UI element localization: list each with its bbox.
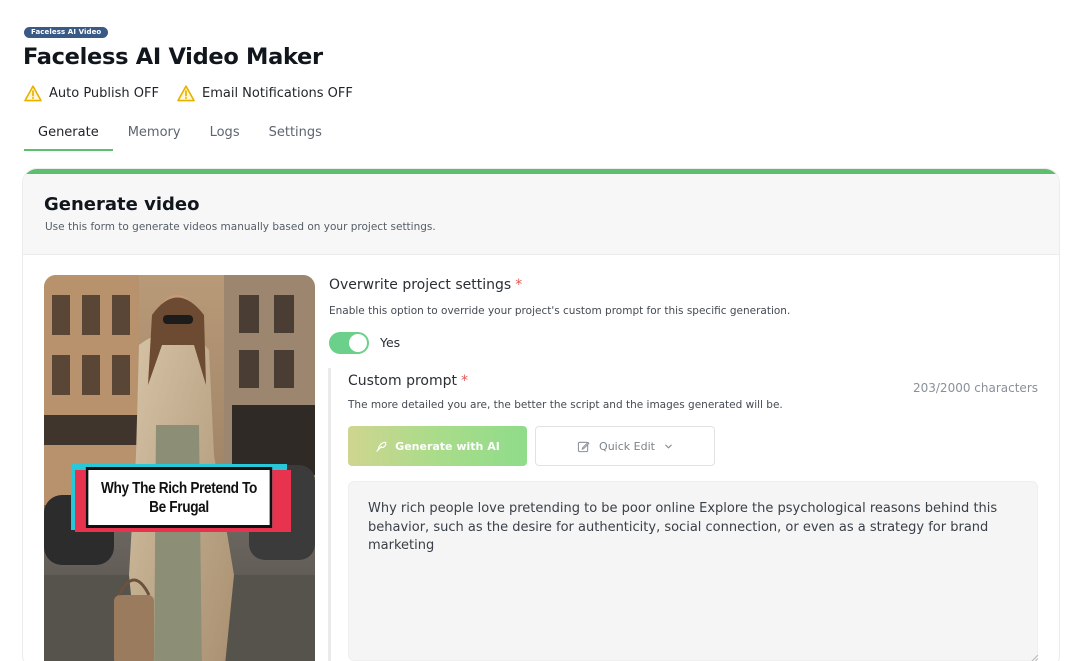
- status-row: Auto Publish OFF Email Notifications OFF: [24, 83, 371, 103]
- custom-prompt-panel: Custom prompt * 203/2000 characters The m…: [328, 368, 1039, 661]
- overwrite-settings-help: Enable this option to override your proj…: [329, 305, 791, 317]
- email-notifications-status: Email Notifications OFF: [177, 84, 353, 102]
- resize-grip-icon[interactable]: [1031, 654, 1039, 661]
- email-notifications-label: Email Notifications OFF: [201, 85, 353, 101]
- category-badge: Faceless AI Video: [24, 27, 109, 38]
- page-title: Faceless AI Video Maker: [23, 44, 323, 70]
- overwrite-settings-label: Overwrite project settings *: [329, 277, 522, 293]
- card-title: Generate video: [44, 194, 200, 215]
- generate-form: Overwrite project settings * Enable this …: [328, 275, 1039, 661]
- required-mark: *: [515, 277, 523, 293]
- card-header: Generate video Use this form to generate…: [23, 174, 1059, 255]
- required-mark: *: [461, 373, 468, 389]
- tab-settings[interactable]: Settings: [255, 116, 336, 151]
- custom-prompt-label-text: Custom prompt: [348, 373, 457, 389]
- toggle-knob: [349, 334, 367, 352]
- overwrite-settings-label-text: Overwrite project settings: [329, 277, 512, 293]
- overwrite-toggle-label: Yes: [380, 335, 401, 350]
- warning-triangle-icon: [24, 84, 42, 101]
- warning-triangle-icon: [177, 84, 195, 101]
- generate-with-ai-label: Generate with AI: [395, 439, 500, 453]
- tab-logs[interactable]: Logs: [196, 116, 254, 151]
- custom-prompt-textarea[interactable]: Why rich people love pretending to be po…: [348, 481, 1038, 661]
- generate-video-card: Generate video Use this form to generate…: [23, 169, 1059, 661]
- custom-prompt-label: Custom prompt *: [348, 373, 468, 389]
- tab-memory[interactable]: Memory: [114, 116, 195, 151]
- quick-edit-label: Quick Edit: [599, 439, 655, 453]
- auto-publish-status: Auto Publish OFF: [24, 84, 159, 102]
- character-count: 203/2000 characters: [912, 381, 1038, 395]
- overwrite-toggle[interactable]: [329, 332, 369, 354]
- generate-with-ai-button[interactable]: Generate with AI: [348, 426, 527, 466]
- edit-icon: [577, 441, 590, 452]
- thumbnail-caption: Why The Rich Pretend To Be Frugal: [85, 467, 273, 528]
- auto-publish-label: Auto Publish OFF: [49, 85, 159, 101]
- custom-prompt-help: The more detailed you are, the better th…: [348, 399, 783, 411]
- tab-generate[interactable]: Generate: [24, 116, 113, 151]
- tab-bar: Generate Memory Logs Settings: [24, 116, 336, 151]
- card-subtitle: Use this form to generate videos manuall…: [45, 221, 436, 233]
- chevron-down-icon: [665, 444, 672, 448]
- video-thumbnail: Why The Rich Pretend To Be Frugal: [44, 275, 315, 661]
- quick-edit-button[interactable]: Quick Edit: [535, 426, 715, 466]
- feather-icon: [376, 441, 387, 452]
